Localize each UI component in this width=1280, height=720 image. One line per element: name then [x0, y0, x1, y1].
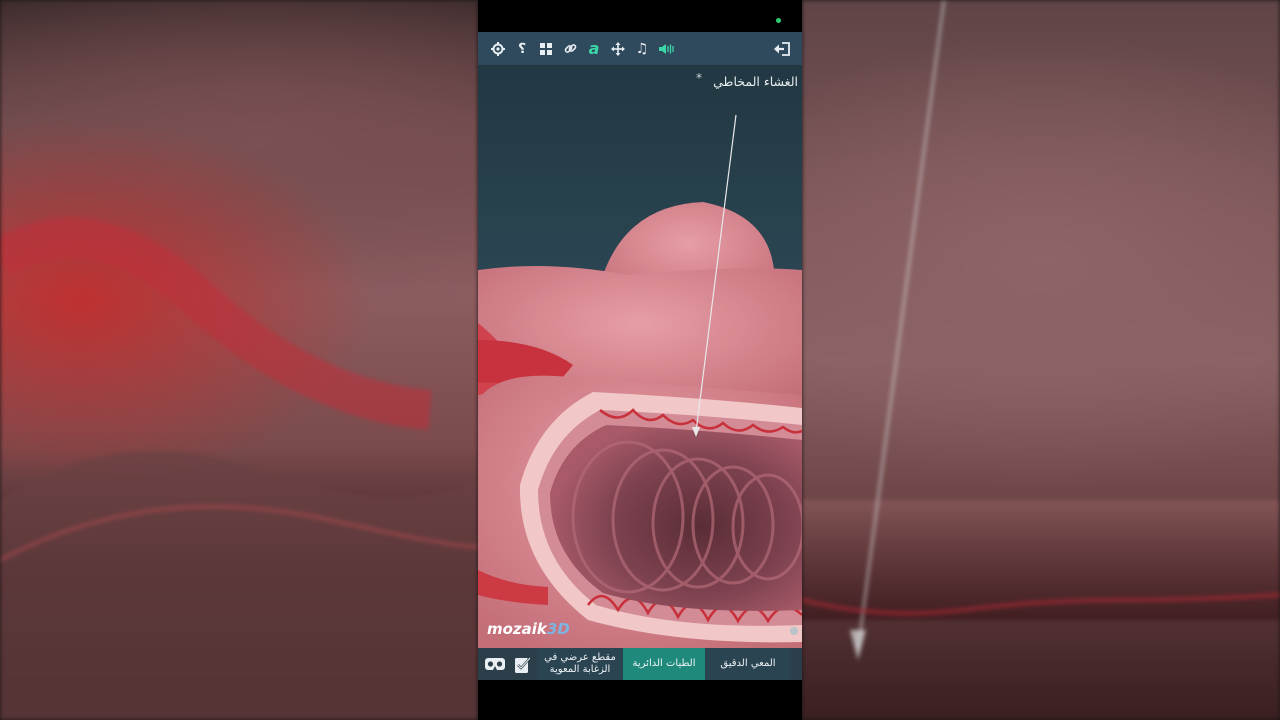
brand-name: mozaik [487, 620, 547, 638]
gear-icon[interactable] [486, 32, 510, 65]
bottom-bar: مقطع عرضي في الزغابة المعوية الطيات الدا… [478, 648, 802, 680]
phone-screen: ؟ a ♫ الغشاء المخاطي * mozaik3D مقطع عرض… [478, 0, 802, 720]
tab-circular-folds[interactable]: الطيات الدائرية [623, 648, 705, 680]
link-icon[interactable] [558, 32, 582, 65]
top-toolbar: ؟ a ♫ [478, 32, 802, 65]
background-blur-left [0, 0, 478, 720]
vr-headset-icon[interactable] [481, 648, 509, 680]
label-asterisk[interactable]: * [696, 71, 702, 85]
camera-indicator-dot [776, 18, 781, 23]
exit-icon[interactable] [770, 32, 794, 65]
move-icon[interactable] [606, 32, 630, 65]
quiz-checklist-icon[interactable] [509, 648, 537, 680]
3d-viewport[interactable]: الغشاء المخاطي * mozaik3D [478, 65, 802, 648]
navigation-bar-area [478, 680, 802, 720]
tab-villus-cross-section[interactable]: مقطع عرضي في الزغابة المعوية [537, 648, 623, 680]
grid-icon[interactable] [534, 32, 558, 65]
background-left-art [0, 217, 478, 720]
intestine-model [478, 114, 802, 648]
background-blur-right [802, 0, 1280, 720]
background-right-art [802, 0, 1280, 660]
brand-logo: mozaik3D [487, 620, 570, 638]
music-icon[interactable]: ♫ [630, 32, 654, 65]
structure-label[interactable]: الغشاء المخاطي [713, 74, 798, 89]
text-a-icon[interactable]: a [582, 32, 606, 65]
speaker-icon[interactable] [654, 32, 678, 65]
status-bar [478, 0, 802, 32]
question-icon[interactable]: ؟ [510, 32, 534, 65]
tab-small-intestine[interactable]: المعي الدقيق [705, 648, 791, 680]
brand-suffix: 3D [546, 620, 570, 638]
